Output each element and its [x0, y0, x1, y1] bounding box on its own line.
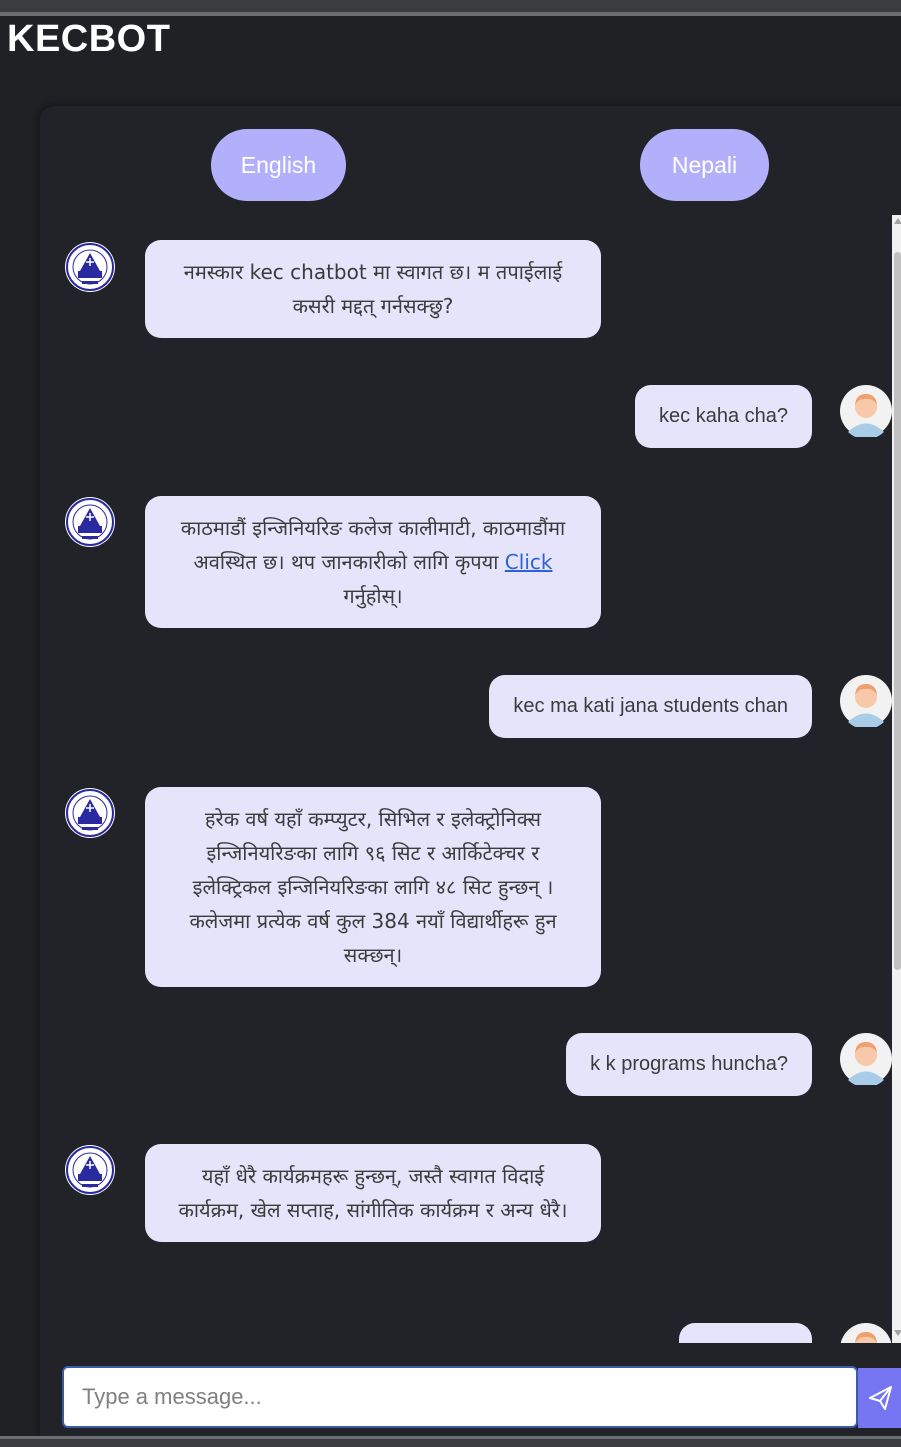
- scrollbar-thumb[interactable]: [894, 252, 901, 970]
- scroll-down-icon[interactable]: [894, 1330, 901, 1336]
- message-list[interactable]: नमस्कार kec chatbot मा स्वागत छ। म तपाईल…: [40, 215, 901, 1343]
- user-avatar-icon: [840, 385, 892, 437]
- send-button[interactable]: [858, 1368, 901, 1428]
- college-logo-icon: [65, 788, 115, 838]
- message-input-wrapper: [62, 1366, 858, 1428]
- bot-message: नमस्कार kec chatbot मा स्वागत छ। म तपाईल…: [145, 240, 601, 338]
- college-logo-icon: [65, 497, 115, 547]
- bot-message: यहाँ धेरै कार्यक्रमहरू हुन्छन्, जस्तै स्…: [145, 1144, 601, 1242]
- click-link[interactable]: Click: [505, 550, 553, 574]
- college-logo-icon: [65, 1145, 115, 1195]
- nepali-button[interactable]: Nepali: [640, 129, 769, 201]
- bot-message: काठमाडौं इन्जिनियरिङ कलेज कालीमाटी, काठम…: [145, 496, 601, 628]
- user-avatar-icon: [840, 675, 892, 727]
- chat-page: KECBOT English Nepali नमस्कार kec chatbo…: [0, 0, 901, 1447]
- scroll-up-icon[interactable]: [894, 218, 901, 224]
- app-title: KECBOT: [7, 18, 171, 60]
- college-logo-icon: [65, 242, 115, 292]
- english-button[interactable]: English: [211, 129, 346, 201]
- bot-message-text-end: गर्नुहोस्।: [343, 584, 403, 608]
- window-top-border: [0, 12, 901, 16]
- user-avatar-icon: [840, 1033, 892, 1085]
- bot-message: हरेक वर्ष यहाँ कम्प्युटर, सिभिल र इलेक्ट…: [145, 787, 601, 987]
- user-message: kec kaha cha?: [635, 385, 812, 448]
- user-message: [679, 1323, 812, 1343]
- paper-plane-icon: [869, 1386, 892, 1410]
- user-avatar-icon: [840, 1323, 892, 1343]
- message-input[interactable]: [70, 1372, 850, 1422]
- user-message: k k programs huncha?: [566, 1033, 812, 1096]
- window-bottom-border: [0, 1436, 901, 1439]
- user-message: kec ma kati jana students chan: [489, 675, 812, 738]
